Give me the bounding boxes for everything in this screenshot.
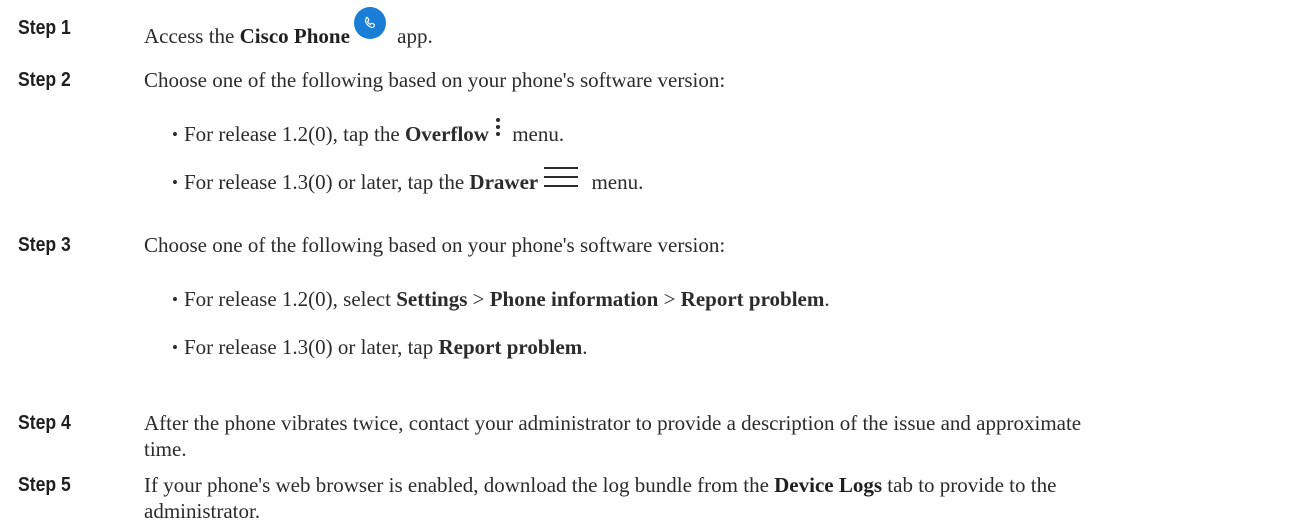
bullet-dot: • xyxy=(172,125,178,144)
step-label: Step 5 xyxy=(18,474,71,496)
step-text: If your phone's web browser is enabled, … xyxy=(144,472,1294,524)
list-item: • For release 1.3(0) or later, tap the Dr… xyxy=(172,167,1292,197)
bullet-dot: • xyxy=(172,173,178,192)
step-text: Choose one of the following based on you… xyxy=(144,68,726,92)
step-label: Step 4 xyxy=(18,412,71,434)
step-text: Choose one of the following based on you… xyxy=(144,233,726,257)
step-label: Step 2 xyxy=(18,69,71,91)
list-item: • For release 1.3(0) or later, tap Report… xyxy=(172,335,588,359)
step-text-line: After the phone vibrates twice, contact … xyxy=(144,411,1082,435)
report-problem-label: Report problem xyxy=(438,335,583,359)
drawer-menu-icon xyxy=(542,165,580,189)
step-text: Access the Cisco Phone app. xyxy=(144,7,1294,49)
procedure-page: Step 1 Access the Cisco Phone app. Step … xyxy=(0,0,1309,531)
list-item: • For release 1.2(0), tap the Overflow me… xyxy=(172,118,1292,149)
settings-label: Settings xyxy=(396,287,468,311)
bullet-dot: • xyxy=(172,338,178,357)
step-text-line: time. xyxy=(144,437,187,461)
overflow-menu-icon xyxy=(493,116,503,138)
overflow-label: Overflow xyxy=(404,122,489,146)
step-text-post: app. xyxy=(391,24,433,48)
step-text-pre: Access the xyxy=(144,24,240,48)
app-name: Cisco Phone xyxy=(239,24,350,48)
report-problem-label: Report problem xyxy=(680,287,825,311)
step-label: Step 1 xyxy=(18,17,71,39)
device-logs-label: Device Logs xyxy=(774,473,883,497)
phone-app-icon xyxy=(353,7,386,39)
list-item: • For release 1.2(0), select Settings > P… xyxy=(172,287,830,311)
drawer-label: Drawer xyxy=(469,170,539,194)
step-text-line: If your phone's web browser is enabled, … xyxy=(144,473,1057,497)
phone-information-label: Phone information xyxy=(489,287,659,311)
step-text-line: administrator. xyxy=(144,499,261,523)
step-text: After the phone vibrates twice, contact … xyxy=(144,410,1294,462)
step-label: Step 3 xyxy=(18,234,71,256)
bullet-dot: • xyxy=(172,290,178,309)
